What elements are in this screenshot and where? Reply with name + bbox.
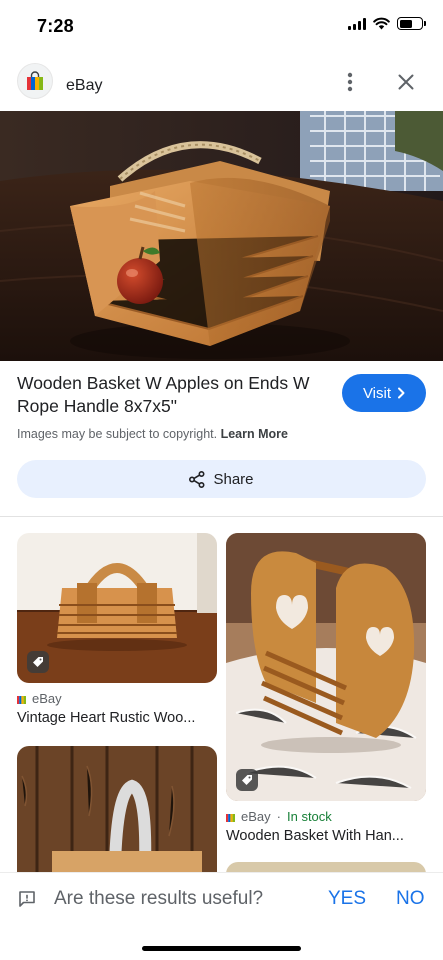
copyright-text: Images may be subject to copyright. <box>17 427 218 441</box>
price-tag-icon <box>242 775 252 785</box>
ebay-bag-icon <box>17 695 26 704</box>
learn-more-link[interactable]: Learn More <box>221 427 288 441</box>
product-image[interactable] <box>0 111 443 361</box>
result-source-name: eBay <box>32 691 62 706</box>
price-tag-icon <box>33 657 43 667</box>
home-indicator[interactable] <box>142 946 301 951</box>
share-button[interactable]: Share <box>17 460 426 498</box>
price-tag-badge <box>236 769 258 791</box>
feedback-no-button[interactable]: NO <box>396 888 425 910</box>
wooden-basket-image <box>17 746 217 876</box>
status-icons <box>348 17 426 30</box>
battery-icon <box>397 17 426 30</box>
result-title[interactable]: Wooden Basket With Han... <box>226 828 422 844</box>
ebay-bag-icon <box>27 71 43 90</box>
product-title-row: Wooden Basket W Apples on Ends W Rope Ha… <box>17 372 427 418</box>
price-tag-badge <box>27 651 49 673</box>
ebay-bag-icon <box>226 813 235 822</box>
cellular-signal-icon <box>348 17 366 30</box>
close-button[interactable] <box>392 68 420 96</box>
result-image[interactable] <box>17 746 217 876</box>
result-source: eBay · In stock <box>226 809 426 824</box>
result-image[interactable] <box>17 533 217 683</box>
site-name[interactable]: eBay <box>66 77 102 95</box>
more-options-button[interactable] <box>336 68 364 96</box>
site-header: eBay <box>0 58 443 108</box>
visit-button[interactable]: Visit <box>342 374 426 412</box>
separator-dot: · <box>276 809 281 824</box>
product-title: Wooden Basket W Apples on Ends W Rope Ha… <box>17 373 310 416</box>
feedback-yes-button[interactable]: YES <box>328 888 366 910</box>
site-avatar[interactable] <box>17 63 53 99</box>
wifi-icon <box>373 17 390 30</box>
wooden-basket-heart-image <box>226 533 426 801</box>
result-card[interactable]: eBay · In stock Wooden Basket With Han..… <box>226 533 426 844</box>
stock-status: In stock <box>286 809 332 824</box>
close-icon <box>398 74 414 90</box>
wooden-basket-apples-image <box>0 111 443 361</box>
copyright-notice: Images may be subject to copyright. Lear… <box>17 427 288 441</box>
result-image[interactable] <box>226 533 426 801</box>
more-vert-icon <box>347 72 353 92</box>
status-bar: 7:28 <box>0 0 443 52</box>
result-source: eBay <box>17 691 217 706</box>
section-divider <box>0 516 443 517</box>
result-title[interactable]: Vintage Heart Rustic Woo... <box>17 710 213 726</box>
status-time: 7:28 <box>37 16 74 36</box>
share-label: Share <box>213 470 254 488</box>
result-source-name: eBay <box>241 809 271 824</box>
chevron-right-icon <box>398 387 405 399</box>
visit-label: Visit <box>362 384 392 402</box>
feedback-icon <box>19 891 35 907</box>
result-card[interactable] <box>17 746 217 876</box>
feedback-question: Are these results useful? <box>54 888 264 909</box>
result-card[interactable]: eBay Vintage Heart Rustic Woo... <box>17 533 217 726</box>
share-icon <box>189 470 205 488</box>
